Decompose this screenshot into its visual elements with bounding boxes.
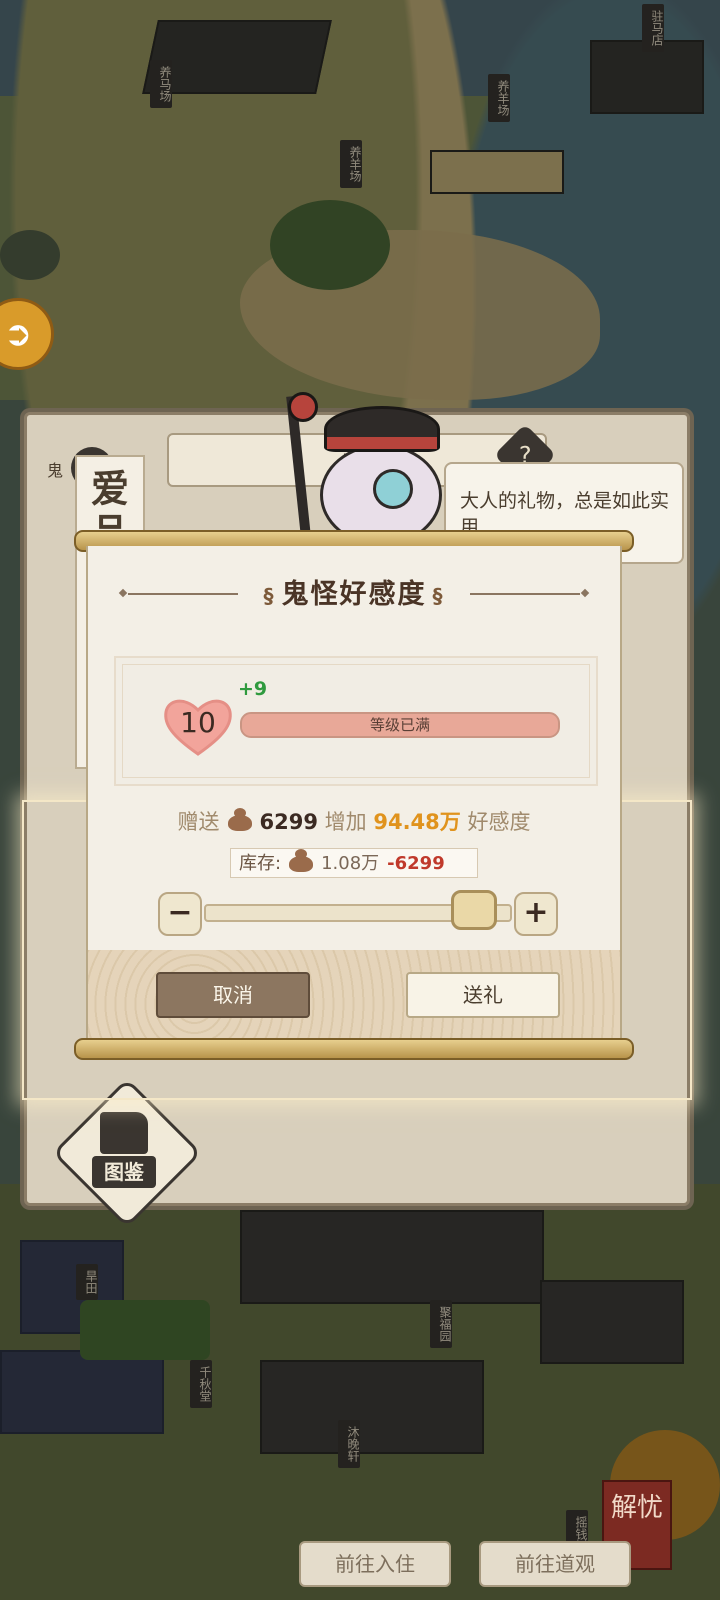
stock-delta: -6299 — [387, 853, 445, 874]
stock-value: 1.08万 — [321, 853, 380, 874]
ghost-eye — [373, 469, 413, 509]
swirl-icon-left: § — [263, 584, 276, 608]
ghost-tag-label: 鬼 — [47, 461, 64, 480]
send-gift-button[interactable]: 送礼 — [406, 972, 560, 1018]
favor-level: 10 — [180, 706, 216, 739]
ghost-character — [286, 392, 450, 547]
favor-gain: 94.48万 — [373, 810, 461, 834]
favor-progress-bar: 等级已满 — [240, 712, 560, 738]
flag-icon — [100, 1112, 148, 1154]
plus-button[interactable]: + — [514, 892, 558, 936]
codex-label[interactable]: 图鉴 — [92, 1156, 156, 1188]
stock-box: 库存: 1.08万 -6299 — [230, 848, 478, 878]
slider-thumb[interactable] — [451, 890, 498, 930]
poop-stock-icon — [289, 849, 314, 872]
swirl-icon-right: § — [432, 584, 445, 608]
stock-label: 库存: — [239, 853, 282, 874]
send-prefix: 赠送 — [177, 810, 220, 834]
spiral-icon: ➲ — [3, 314, 33, 354]
ghost-favor-dialog: § 鬼怪好感度 § 10 +9 等级已满 赠送 6299 增加 94.48万 好感度 … — [86, 546, 622, 1040]
dialog-title: § 鬼怪好感度 § — [263, 579, 445, 610]
send-suffix: 好感度 — [467, 810, 531, 834]
cancel-button[interactable]: 取消 — [156, 972, 310, 1018]
send-amount: 6299 — [259, 810, 318, 834]
minus-button[interactable]: − — [158, 892, 202, 936]
hat-knob — [288, 392, 318, 422]
ghost-hat — [324, 406, 440, 452]
goto-stay-button[interactable]: 前往入住 — [299, 1541, 451, 1587]
send-mid: 增加 — [324, 810, 367, 834]
scroll-rod-bottom — [74, 1038, 634, 1060]
gift-summary: 赠送 6299 增加 94.48万 好感度 — [88, 806, 620, 836]
level-bonus: +9 — [238, 678, 268, 700]
goto-temple-button[interactable]: 前往道观 — [479, 1541, 631, 1587]
poop-item-icon — [227, 808, 252, 831]
quantity-slider[interactable]: − + — [158, 890, 558, 936]
level-status: 等级已满 — [369, 716, 430, 734]
